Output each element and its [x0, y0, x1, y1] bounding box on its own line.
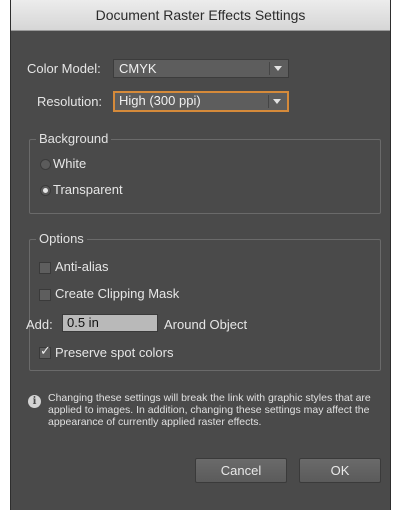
preserve-spot-label[interactable]: Preserve spot colors: [55, 345, 174, 360]
color-model-select[interactable]: CMYK: [113, 59, 289, 78]
white-radio-label[interactable]: White: [53, 156, 86, 171]
add-label: Add:: [26, 317, 53, 332]
preserve-spot-checkbox[interactable]: ✓: [39, 343, 51, 359]
color-model-label: Color Model:: [27, 61, 101, 76]
background-legend: Background: [36, 131, 112, 146]
chevron-down-icon: [273, 99, 281, 104]
chevron-down-icon: [274, 66, 282, 71]
info-message: Changing these settings will break the l…: [48, 392, 371, 428]
background-group: Background: [29, 131, 381, 214]
around-object-label: Around Object: [164, 317, 248, 332]
transparent-radio[interactable]: [40, 185, 51, 196]
resolution-value: High (300 ppi): [119, 93, 201, 108]
raster-effects-dialog: Document Raster Effects Settings Color M…: [10, 0, 391, 510]
clipping-mask-label[interactable]: Create Clipping Mask: [55, 286, 179, 301]
white-radio[interactable]: [40, 159, 51, 170]
select-separator: [268, 95, 269, 108]
options-legend: Options: [36, 231, 87, 246]
checkmark-icon: ✓: [40, 343, 51, 358]
info-icon: i: [28, 395, 41, 408]
dialog-title: Document Raster Effects Settings: [11, 0, 390, 31]
anti-alias-label[interactable]: Anti-alias: [55, 259, 108, 274]
clipping-mask-checkbox[interactable]: [39, 289, 51, 301]
cancel-button[interactable]: Cancel: [195, 458, 287, 483]
transparent-radio-label[interactable]: Transparent: [53, 182, 123, 197]
resolution-select[interactable]: High (300 ppi): [113, 91, 289, 112]
anti-alias-checkbox[interactable]: [39, 262, 51, 274]
add-amount-field[interactable]: 0.5 in: [62, 314, 158, 332]
color-model-value: CMYK: [119, 61, 157, 76]
select-separator: [269, 62, 270, 75]
ok-button[interactable]: OK: [299, 458, 381, 483]
resolution-label: Resolution:: [37, 94, 103, 109]
